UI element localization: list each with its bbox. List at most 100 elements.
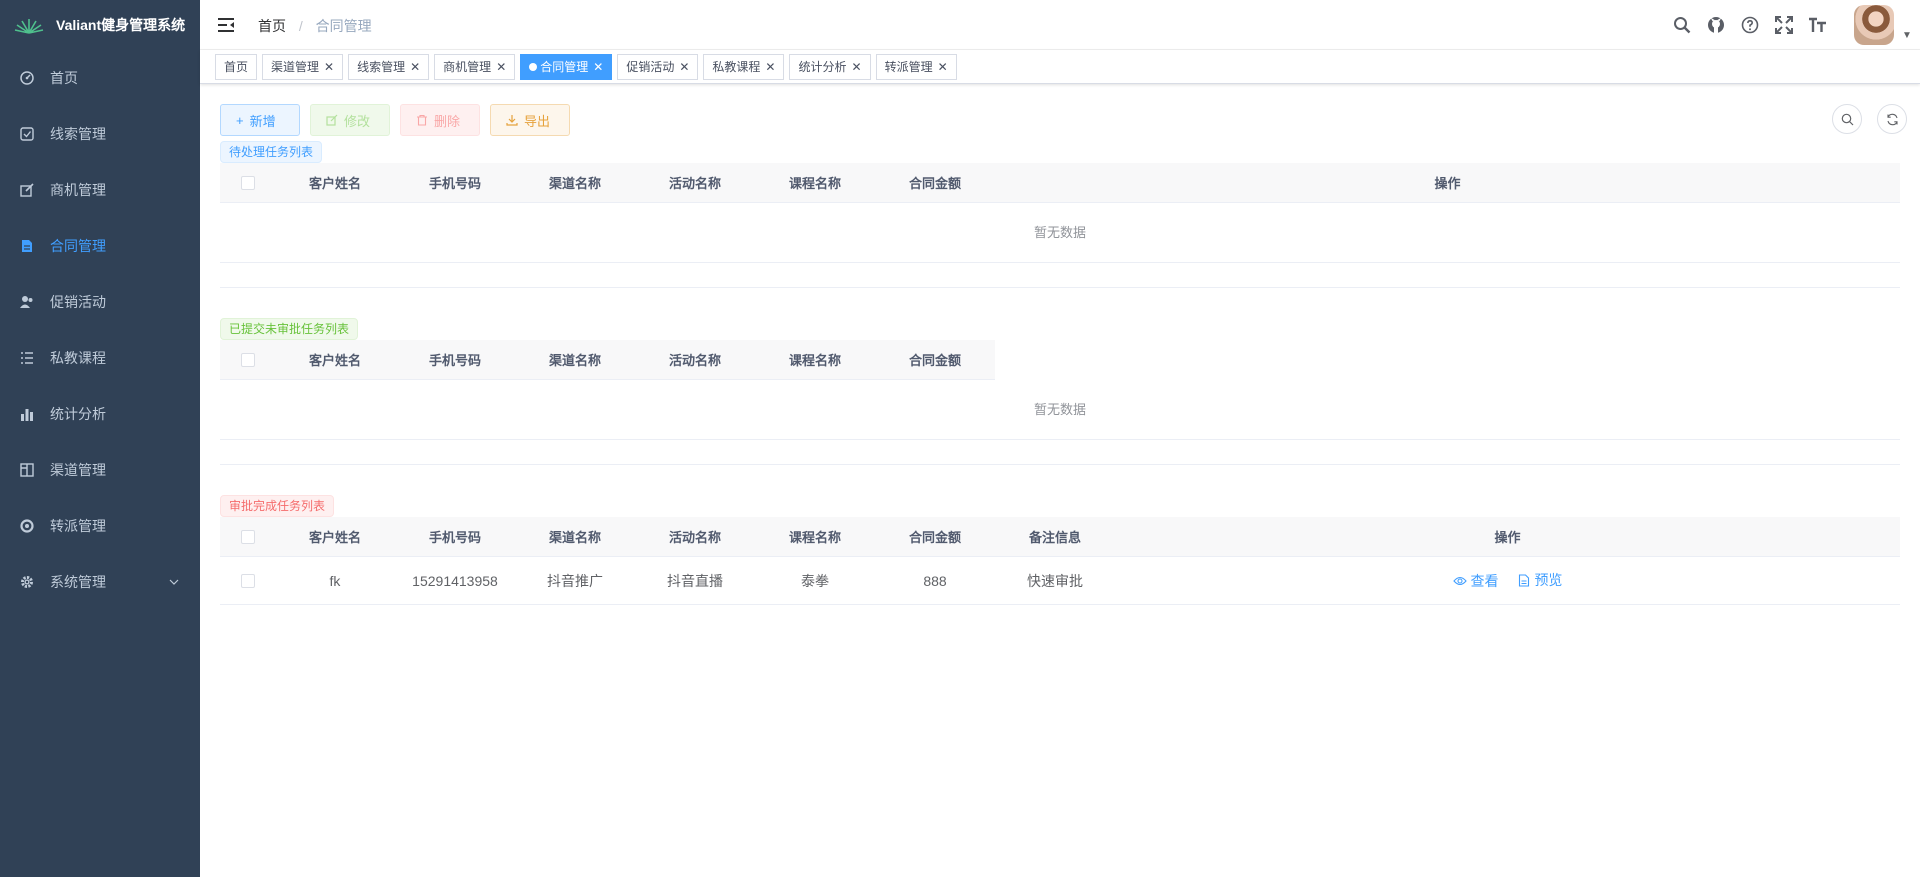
empty-text: 暂无数据: [220, 203, 1900, 263]
sidebar-item-home[interactable]: 首页: [0, 50, 200, 106]
plus-icon: +: [236, 112, 244, 128]
sidebar-item-promotion[interactable]: 促销活动: [0, 274, 200, 330]
tag-channel[interactable]: 渠道管理 ✕: [262, 53, 344, 80]
column-header[interactable]: 客户姓名: [275, 173, 395, 192]
column-header[interactable]: 渠道名称: [515, 350, 635, 369]
export-button[interactable]: 导出: [490, 104, 570, 136]
column-header[interactable]: 合同金额: [875, 173, 995, 192]
approved-table: 客户姓名 手机号码 渠道名称 活动名称 课程名称 合同金额 备注信息 操作 fk…: [220, 517, 1900, 605]
approved-section: 审批完成任务列表 客户姓名 手机号码 渠道名称 活动名称 课程名称 合同金额 备…: [220, 495, 1900, 605]
pending-section: 待处理任务列表 客户姓名 手机号码 渠道名称 活动名称 课程名称 合同金额 操作…: [220, 141, 1900, 288]
select-all-checkbox[interactable]: [240, 529, 255, 544]
tag-label: 合同管理: [540, 59, 589, 74]
clue-icon: [20, 127, 34, 141]
add-button[interactable]: + 新增: [220, 104, 300, 136]
sidebar-item-label: 系统管理: [50, 574, 106, 590]
sidebar-item-system[interactable]: 系统管理: [0, 554, 200, 610]
select-all-cell: [220, 529, 275, 544]
close-icon[interactable]: ✕: [496, 55, 506, 79]
chart-icon: [20, 407, 34, 421]
column-header[interactable]: 活动名称: [635, 350, 755, 369]
github-icon[interactable]: [1706, 15, 1726, 35]
view-link[interactable]: 查看: [1452, 571, 1499, 591]
row-select-cell: [220, 573, 275, 588]
edit-button[interactable]: 修改: [310, 104, 390, 136]
column-header[interactable]: 活动名称: [635, 173, 755, 192]
toolbar: + 新增 修改 删除 导出: [220, 104, 1907, 136]
table-header: 客户姓名 手机号码 渠道名称 活动名称 课程名称 合同金额 备注信息 操作: [220, 517, 1900, 557]
app-title: Valiant健身管理系统: [56, 17, 186, 33]
breadcrumb-current: 合同管理: [315, 18, 372, 34]
column-header[interactable]: 渠道名称: [515, 527, 635, 546]
delete-button[interactable]: 删除: [400, 104, 480, 136]
document-icon: [20, 239, 34, 253]
sidebar-item-channel[interactable]: 渠道管理: [0, 442, 200, 498]
column-header[interactable]: 备注信息: [995, 527, 1115, 546]
edit-button-label: 修改: [344, 113, 371, 129]
column-header[interactable]: 课程名称: [755, 173, 875, 192]
chevron-down-icon: [169, 579, 179, 585]
tag-transfer[interactable]: 转派管理 ✕: [875, 53, 957, 80]
sidebar-item-business[interactable]: 商机管理: [0, 162, 200, 218]
column-header[interactable]: 合同金额: [875, 350, 995, 369]
question-icon[interactable]: [1740, 15, 1760, 35]
close-icon[interactable]: ✕: [852, 55, 862, 79]
add-button-label: 新增: [249, 113, 276, 129]
user-menu[interactable]: ▼: [1850, 0, 1920, 50]
tag-promotion[interactable]: 促销活动 ✕: [617, 53, 699, 80]
column-header[interactable]: 渠道名称: [515, 173, 635, 192]
fullscreen-icon[interactable]: [1774, 15, 1794, 35]
tag-clue[interactable]: 线索管理 ✕: [348, 53, 430, 80]
avatar[interactable]: [1854, 5, 1894, 45]
tag-business[interactable]: 商机管理 ✕: [434, 53, 516, 80]
column-header[interactable]: 客户姓名: [275, 350, 395, 369]
close-icon[interactable]: ✕: [679, 55, 689, 79]
empty-text: 暂无数据: [220, 380, 1900, 440]
logo[interactable]: Valiant健身管理系统: [0, 0, 200, 50]
approved-section-tag: 审批完成任务列表: [220, 495, 335, 517]
close-icon[interactable]: ✕: [410, 55, 420, 79]
column-header[interactable]: 合同金额: [875, 527, 995, 546]
select-all-checkbox[interactable]: [240, 175, 255, 190]
hamburger-icon[interactable]: [216, 15, 236, 35]
close-icon[interactable]: ✕: [938, 55, 948, 79]
close-icon[interactable]: ✕: [765, 55, 775, 79]
column-header[interactable]: 客户姓名: [275, 527, 395, 546]
close-icon[interactable]: ✕: [324, 55, 334, 79]
refresh-button[interactable]: [1877, 104, 1907, 134]
row-checkbox[interactable]: [240, 573, 255, 588]
tag-label: 私教课程: [712, 59, 761, 74]
sidebar-item-transfer[interactable]: 转派管理: [0, 498, 200, 554]
tag-label: 统计分析: [798, 59, 847, 74]
toggle-search-button[interactable]: [1832, 104, 1862, 134]
column-header[interactable]: 课程名称: [755, 527, 875, 546]
font-size-icon[interactable]: [1808, 15, 1828, 35]
column-header[interactable]: 课程名称: [755, 350, 875, 369]
divider: [220, 263, 1900, 288]
main-content: + 新增 修改 删除 导出 待处理任务列表 客户姓名 手机号码 渠道名称 活动名…: [200, 84, 1920, 877]
tag-contract[interactable]: 合同管理 ✕: [520, 53, 613, 80]
tag-course[interactable]: 私教课程 ✕: [703, 53, 785, 80]
close-icon[interactable]: ✕: [593, 55, 603, 79]
preview-link[interactable]: 预览: [1518, 570, 1562, 590]
column-header: 操作: [1494, 530, 1521, 545]
column-header[interactable]: 手机号码: [395, 350, 515, 369]
column-header[interactable]: 手机号码: [395, 173, 515, 192]
column-header[interactable]: 手机号码: [395, 527, 515, 546]
column-header[interactable]: 活动名称: [635, 527, 755, 546]
tag-home[interactable]: 首页: [215, 53, 258, 80]
sidebar-item-label: 商机管理: [50, 182, 106, 198]
tag-statistics[interactable]: 统计分析 ✕: [789, 53, 871, 80]
select-all-checkbox[interactable]: [240, 352, 255, 367]
search-icon[interactable]: [1672, 15, 1692, 35]
sidebar-item-statistics[interactable]: 统计分析: [0, 386, 200, 442]
submitted-section-tag: 已提交未审批任务列表: [220, 318, 359, 340]
search-icon: [1841, 113, 1853, 125]
breadcrumb-home[interactable]: 首页: [258, 18, 286, 34]
sidebar-item-course[interactable]: 私教课程: [0, 330, 200, 386]
sidebar-item-clue[interactable]: 线索管理: [0, 106, 200, 162]
sidebar-item-contract[interactable]: 合同管理: [0, 218, 200, 274]
edit-icon: [326, 114, 338, 126]
breadcrumb: 首页 / 合同管理: [258, 16, 372, 36]
breadcrumb-separator: /: [298, 18, 303, 34]
